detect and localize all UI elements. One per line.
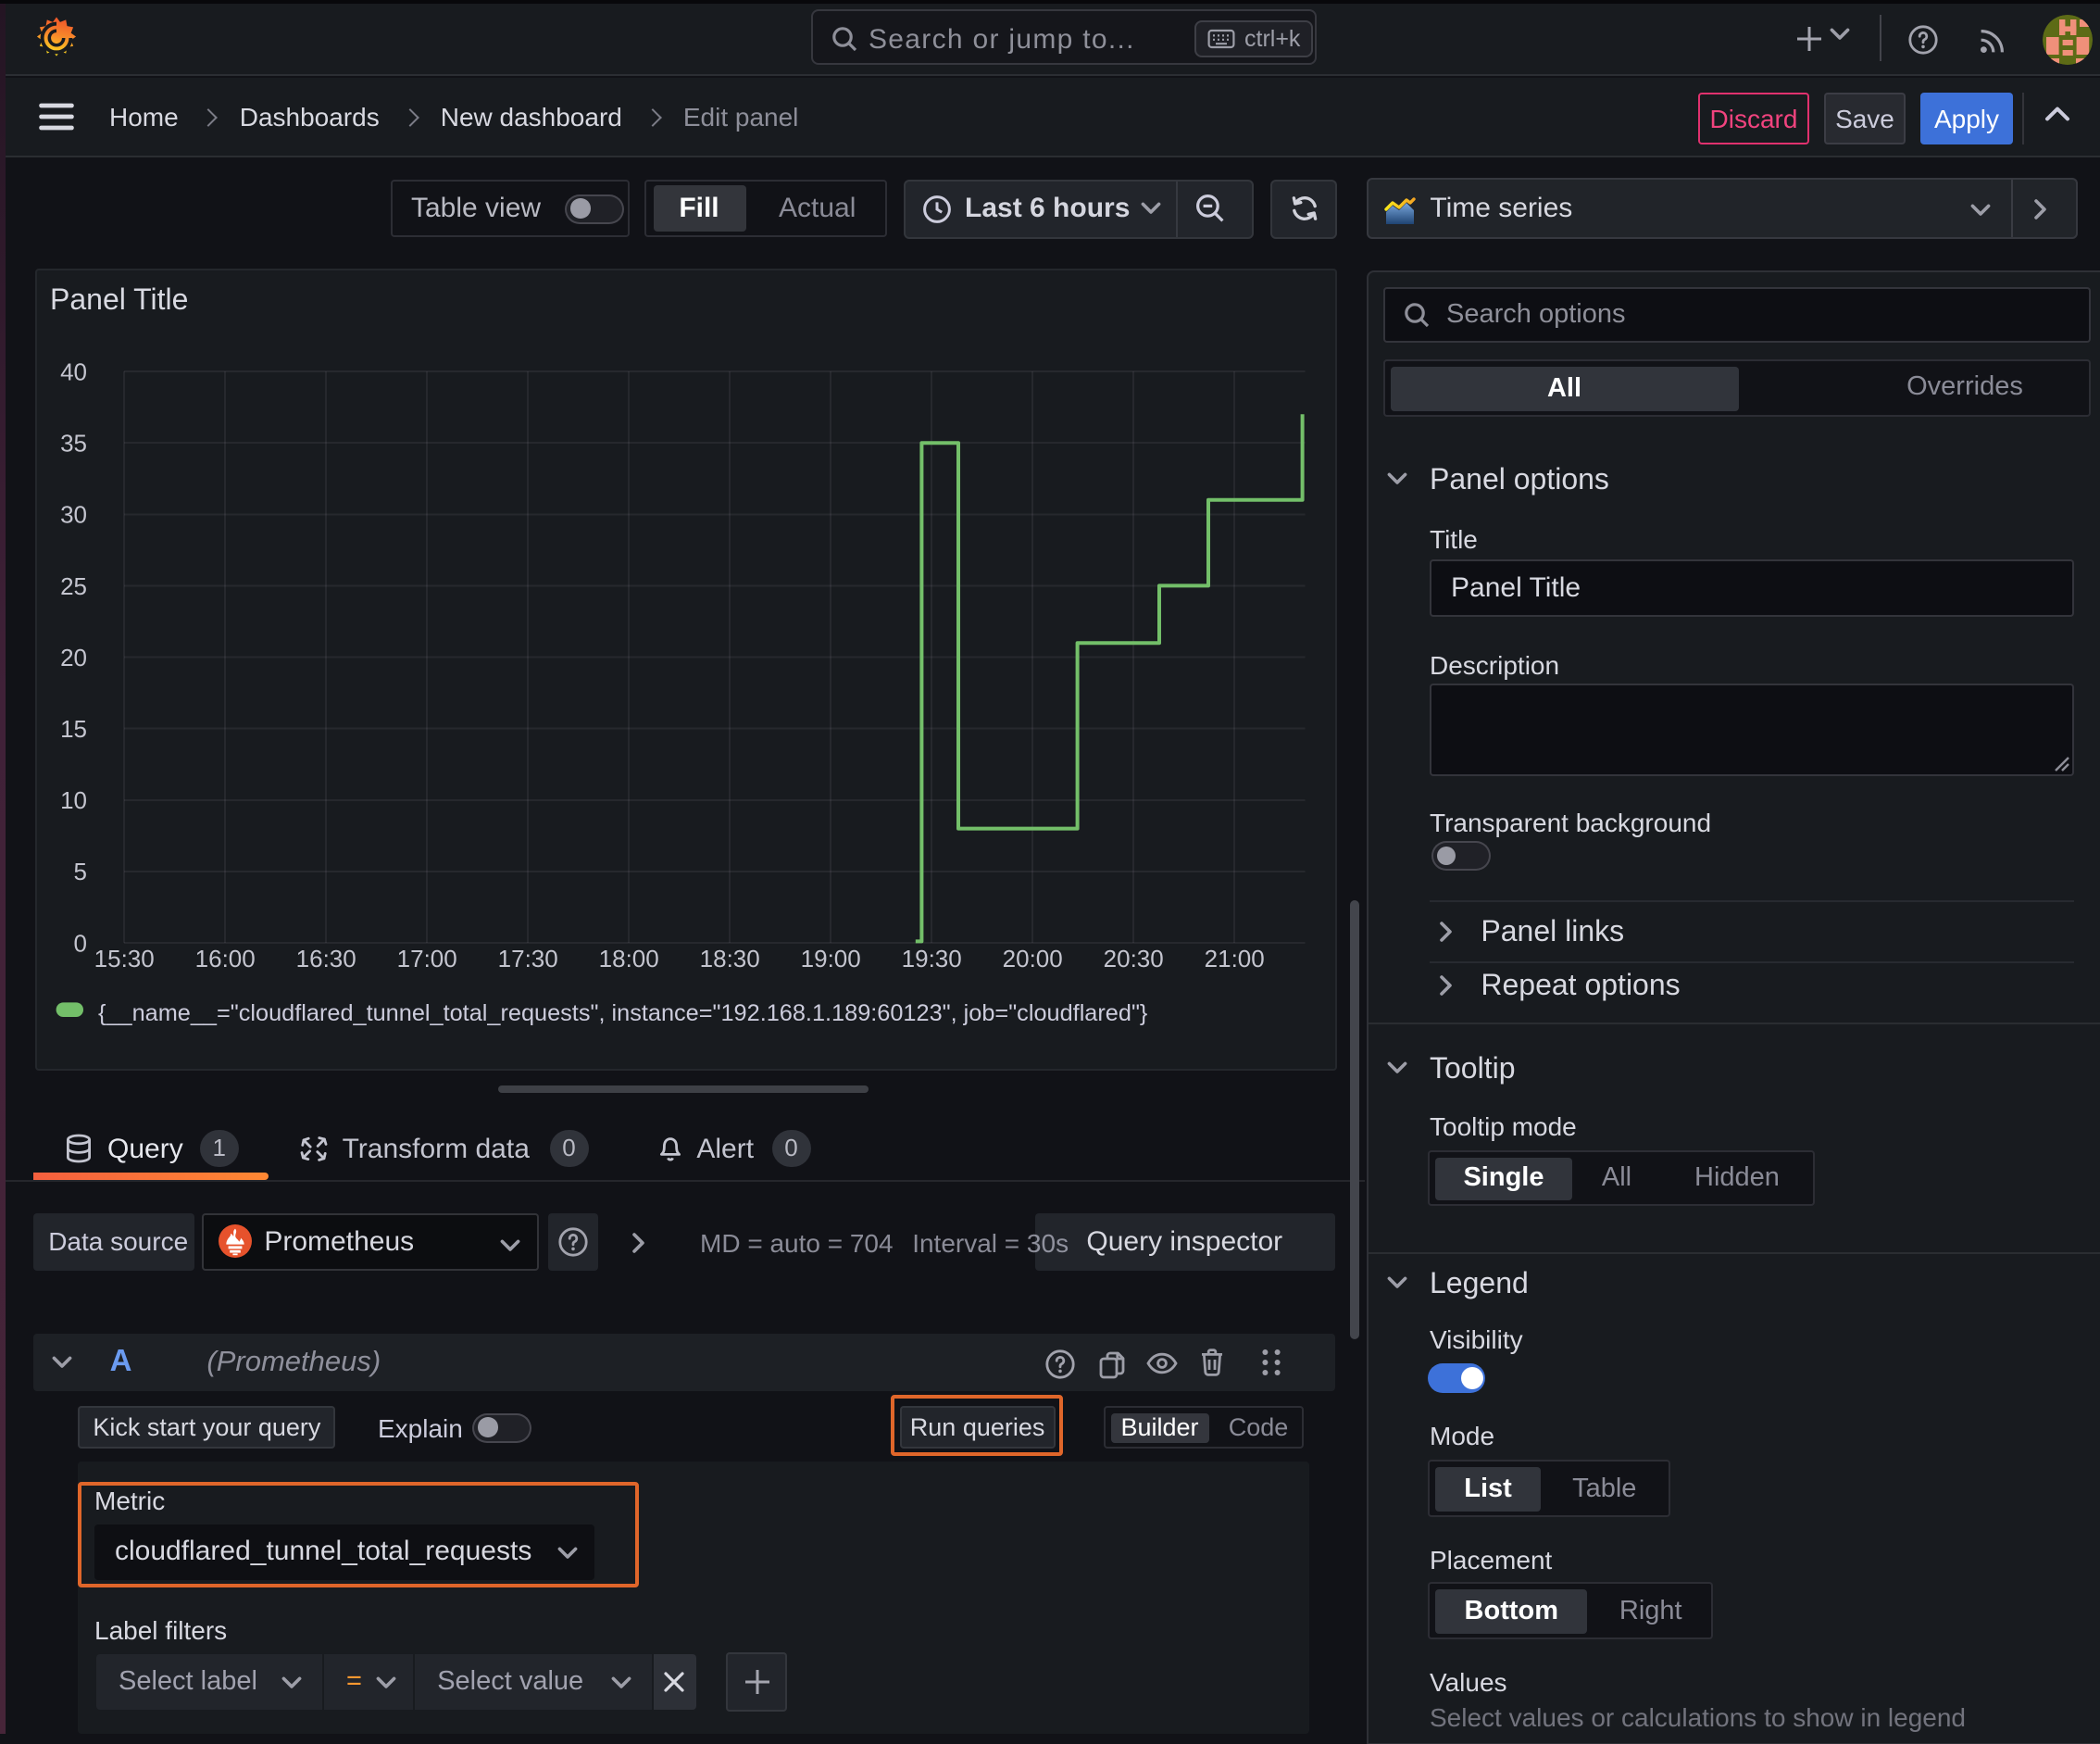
svg-text:20:00: 20:00 xyxy=(1002,945,1062,972)
svg-text:15:30: 15:30 xyxy=(94,945,154,972)
svg-text:18:00: 18:00 xyxy=(598,945,658,972)
svg-text:16:30: 16:30 xyxy=(295,945,356,972)
svg-text:21:00: 21:00 xyxy=(1204,945,1264,972)
svg-text:17:30: 17:30 xyxy=(497,945,557,972)
svg-text:19:30: 19:30 xyxy=(901,945,961,972)
svg-text:20:30: 20:30 xyxy=(1103,945,1163,972)
svg-text:5: 5 xyxy=(73,858,86,885)
svg-text:10: 10 xyxy=(59,786,86,814)
svg-text:0: 0 xyxy=(73,929,86,957)
svg-text:15: 15 xyxy=(59,715,86,743)
svg-text:18:30: 18:30 xyxy=(699,945,759,972)
svg-text:35: 35 xyxy=(59,430,86,458)
svg-text:17:00: 17:00 xyxy=(396,945,456,972)
svg-text:25: 25 xyxy=(59,572,86,600)
svg-text:30: 30 xyxy=(59,501,86,529)
svg-text:19:00: 19:00 xyxy=(800,945,860,972)
svg-text:{__name__="cloudflared_tunnel_: {__name__="cloudflared_tunnel_total_requ… xyxy=(97,1000,1146,1026)
svg-text:16:00: 16:00 xyxy=(194,945,255,972)
svg-text:40: 40 xyxy=(59,358,86,385)
svg-text:20: 20 xyxy=(59,644,86,671)
